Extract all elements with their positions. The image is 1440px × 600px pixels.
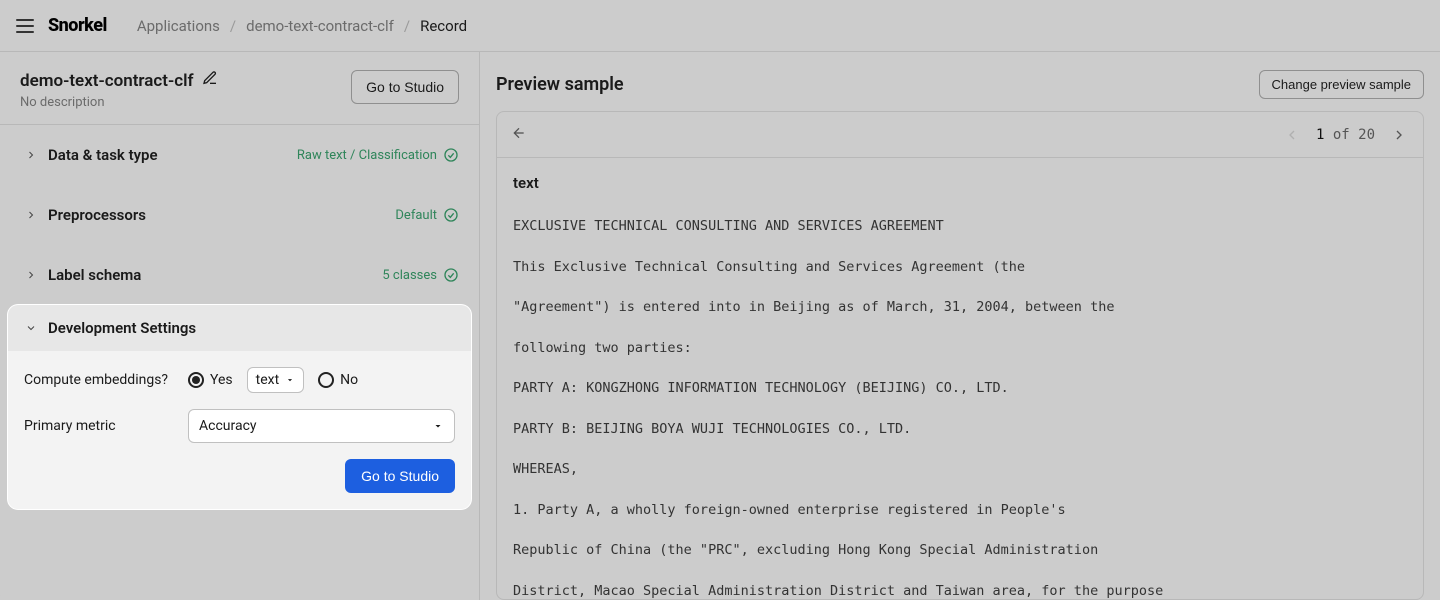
project-title: demo-text-contract-clf: [20, 70, 218, 91]
radio-no-label: No: [340, 372, 358, 388]
embed-field-select[interactable]: text: [247, 367, 305, 393]
chevron-right-icon: [24, 268, 38, 282]
back-arrow-icon[interactable]: [511, 125, 527, 145]
radio-yes-label: Yes: [210, 372, 233, 388]
page-current: 1: [1316, 127, 1324, 143]
accordion-label: Label schema: [48, 266, 141, 284]
dev-actions: Go to Studio: [24, 459, 455, 493]
preview-header: Preview sample Change preview sample: [496, 64, 1424, 111]
breadcrumb-item[interactable]: Applications: [137, 17, 220, 35]
dev-settings-title: Development Settings: [48, 319, 196, 337]
sample-field-name: text: [513, 174, 1407, 192]
radio-yes[interactable]: Yes: [188, 372, 233, 388]
project-name: demo-text-contract-clf: [20, 71, 194, 91]
caret-down-icon: [285, 375, 295, 385]
check-circle-icon: [443, 267, 459, 283]
app-shell: Snorkel Applications / demo-text-contrac…: [0, 0, 1440, 600]
chevron-right-icon: [24, 208, 38, 222]
sample-body: text EXCLUSIVE TECHNICAL CONSULTING AND …: [497, 158, 1423, 599]
preview-title: Preview sample: [496, 74, 624, 95]
dev-settings-wrap: Development Settings Compute embeddings?…: [0, 305, 479, 509]
preview-card: 1 of 20 text EXCLUSIVE TECHNICAL CONSULT…: [496, 111, 1424, 600]
topnav: Snorkel Applications / demo-text-contrac…: [0, 0, 1440, 52]
page-sep: of: [1333, 127, 1350, 143]
radio-no[interactable]: No: [318, 372, 358, 388]
breadcrumb-sep: /: [230, 17, 236, 35]
change-preview-button[interactable]: Change preview sample: [1259, 70, 1424, 99]
radio-dot-icon: [188, 372, 204, 388]
primary-metric-value: Accuracy: [199, 418, 257, 434]
next-page-icon[interactable]: [1389, 125, 1409, 145]
sample-text: EXCLUSIVE TECHNICAL CONSULTING AND SERVI…: [513, 206, 1407, 599]
compute-embeddings-label: Compute embeddings?: [24, 372, 174, 388]
main-body: demo-text-contract-clf No description Go…: [0, 52, 1440, 600]
chevron-down-icon: [24, 321, 38, 335]
left-panel: demo-text-contract-clf No description Go…: [0, 52, 480, 600]
chevron-right-icon: [24, 148, 38, 162]
project-subtitle: No description: [20, 95, 218, 110]
accordion-label: Data & task type: [48, 146, 158, 164]
primary-metric-label: Primary metric: [24, 418, 174, 434]
project-header: demo-text-contract-clf No description Go…: [0, 52, 479, 125]
page: Snorkel Applications / demo-text-contrac…: [0, 0, 1440, 600]
breadcrumb-current: Record: [420, 17, 467, 35]
breadcrumb-item[interactable]: demo-text-contract-clf: [246, 17, 394, 35]
primary-metric-row: Primary metric Accuracy: [24, 409, 455, 443]
embed-field-value: text: [256, 372, 280, 388]
go-to-studio-button[interactable]: Go to Studio: [351, 70, 459, 104]
pager: 1 of 20: [1282, 125, 1409, 145]
accordion-row-preprocessors[interactable]: Preprocessors Default: [0, 185, 479, 245]
breadcrumb-sep: /: [404, 17, 410, 35]
check-circle-icon: [443, 207, 459, 223]
menu-icon[interactable]: [16, 19, 34, 33]
check-circle-icon: [443, 147, 459, 163]
radio-dot-icon: [318, 372, 334, 388]
preview-nav-strip: 1 of 20: [497, 112, 1423, 158]
pager-text: 1 of 20: [1316, 127, 1375, 143]
accordion-label: Preprocessors: [48, 206, 146, 224]
dev-settings-card: Development Settings Compute embeddings?…: [8, 305, 471, 509]
brand-logo[interactable]: Snorkel: [48, 15, 107, 36]
compute-embeddings-row: Compute embeddings? Yes text: [24, 367, 455, 393]
prev-page-icon[interactable]: [1282, 125, 1302, 145]
page-total: 20: [1358, 127, 1375, 143]
settings-accordion: Data & task type Raw text / Classificati…: [0, 125, 479, 509]
right-panel: Preview sample Change preview sample 1 o: [480, 52, 1440, 600]
accordion-row-label-schema[interactable]: Label schema 5 classes: [0, 245, 479, 305]
accordion-status: 5 classes: [382, 268, 437, 283]
primary-metric-select[interactable]: Accuracy: [188, 409, 455, 443]
accordion-status: Raw text / Classification: [297, 148, 437, 163]
accordion-row-data-task[interactable]: Data & task type Raw text / Classificati…: [0, 125, 479, 185]
accordion-row-dev-settings[interactable]: Development Settings: [8, 305, 471, 351]
edit-icon[interactable]: [202, 70, 218, 91]
project-title-block: demo-text-contract-clf No description: [20, 70, 218, 110]
go-to-studio-primary-button[interactable]: Go to Studio: [345, 459, 455, 493]
accordion-status: Default: [395, 208, 437, 223]
breadcrumb: Applications / demo-text-contract-clf / …: [137, 17, 467, 35]
caret-down-icon: [432, 420, 444, 432]
dev-settings-body: Compute embeddings? Yes text: [8, 351, 471, 509]
